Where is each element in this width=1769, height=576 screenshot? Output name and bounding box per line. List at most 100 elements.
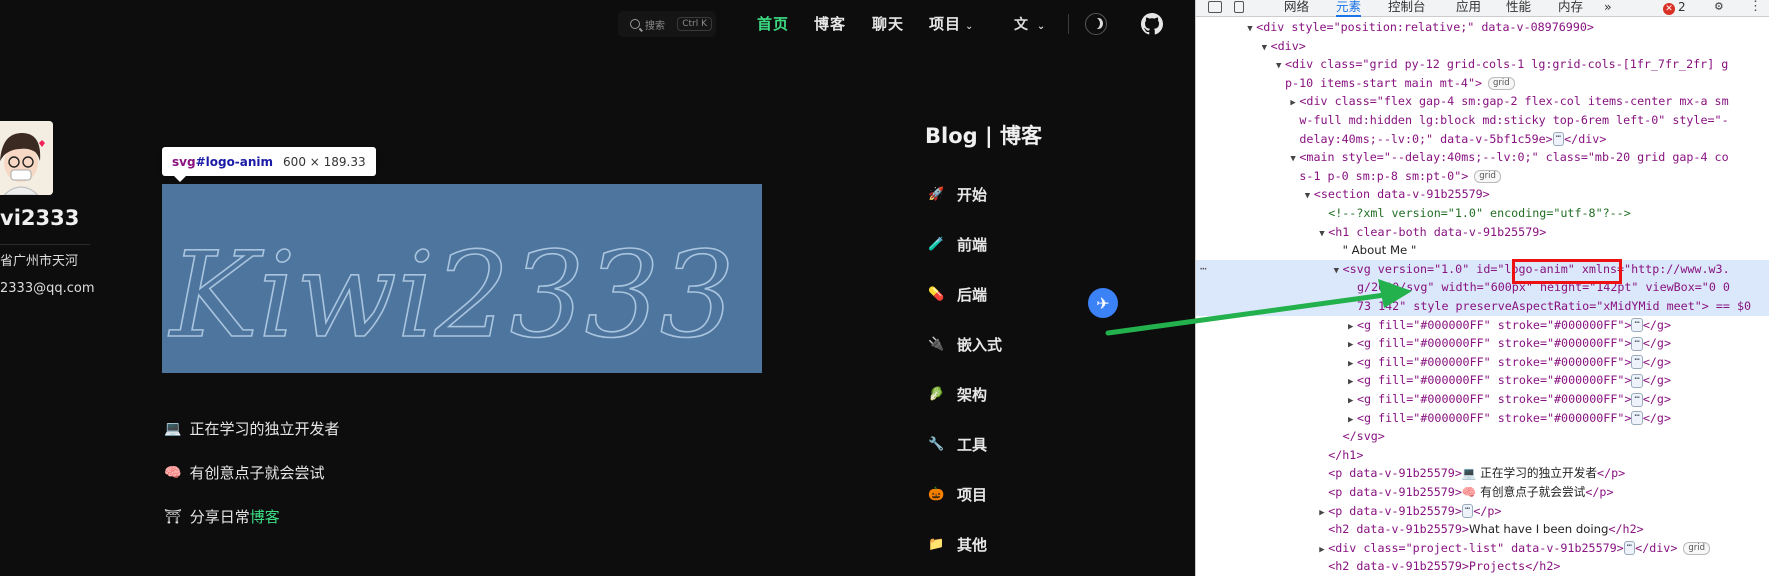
dom-node-line[interactable]: s-1 p-0 sm:p-8 sm:pt-0"> grid: [1196, 167, 1769, 186]
expand-ellipsis-icon[interactable]: ⋯: [1631, 411, 1643, 426]
dom-node-line[interactable]: <p data-v-91b25579>💻 正在学习的独立开发者</p>: [1196, 464, 1769, 483]
dom-node-line[interactable]: ▼ <section data-v-91b25579>: [1196, 185, 1769, 204]
dom-node-markup: <g fill="#000000FF" stroke="#000000FF">: [1357, 410, 1632, 425]
brain-icon: 🧠: [164, 464, 182, 481]
dom-node-line[interactable]: ▶ <div class="project-list" data-v-91b255…: [1196, 539, 1769, 558]
expand-ellipsis-icon[interactable]: ⋯: [1461, 504, 1474, 519]
signature-text: Kiwi2333: [168, 226, 735, 364]
dom-node-line[interactable]: ▶ <g fill="#000000FF" stroke="#000000FF">…: [1196, 390, 1769, 409]
grid-badge[interactable]: grid: [1683, 541, 1711, 555]
dom-closing-tag: </g>: [1642, 317, 1672, 332]
devtools-tab[interactable]: 网络: [1284, 0, 1309, 14]
dom-node-line[interactable]: " About Me ": [1196, 241, 1769, 260]
dom-text-node: " About Me ": [1342, 243, 1417, 258]
logo-svg-highlight[interactable]: Kiwi2333: [162, 184, 762, 373]
blog-sidebar-item[interactable]: 📁 其他: [928, 534, 987, 555]
blog-sidebar-item[interactable]: 🥬 架构: [928, 384, 987, 405]
bio-line: ⛩ 分享日常博客: [164, 506, 280, 527]
dom-node-line[interactable]: <h2 data-v-91b25579>Projects</h2>: [1196, 557, 1769, 576]
blog-sidebar-item[interactable]: 🚀 开始: [928, 184, 987, 205]
dom-node-markup: <main style="--delay:40ms;--lv:0;" class…: [1299, 150, 1729, 165]
dom-node-line[interactable]: </svg>: [1196, 427, 1769, 446]
dom-node-line[interactable]: ▼ <div class="grid py-12 grid-cols-1 lg:g…: [1196, 55, 1769, 74]
devtools-tab[interactable]: 内存: [1558, 0, 1583, 14]
device-toolbar-icon[interactable]: [1234, 1, 1244, 13]
blog-sidebar-item[interactable]: 💊 后端: [928, 284, 987, 305]
github-icon[interactable]: [1141, 13, 1163, 35]
category-icon: 🎃: [928, 486, 945, 502]
send-fab-button[interactable]: ✈: [1088, 288, 1118, 318]
category-icon: 📁: [928, 536, 945, 552]
bio-line: 💻 正在学习的独立开发者: [164, 418, 339, 439]
dark-mode-toggle-icon[interactable]: [1085, 13, 1107, 35]
grid-badge[interactable]: grid: [1488, 76, 1515, 90]
nav-link-chat[interactable]: 聊天: [872, 13, 904, 34]
expand-ellipsis-icon[interactable]: ⋯: [1623, 541, 1636, 556]
dom-node-line[interactable]: <h2 data-v-91b25579>What have I been doi…: [1196, 520, 1769, 539]
website-viewport: 搜索 Ctrl K 首页 博客 聊天 项目 ⌄ 文 ⌄ vi2333 省广州市天…: [0, 0, 1195, 576]
dom-node-markup: <div class="flex gap-4 sm:gap-2 flex-col…: [1299, 94, 1729, 109]
category-icon: 🚀: [928, 186, 945, 202]
devtools-tab[interactable]: 应用: [1456, 0, 1481, 14]
blog-sidebar-item-label: 开始: [957, 186, 988, 204]
devtools-tab[interactable]: 控制台: [1388, 0, 1426, 14]
devtools-tab[interactable]: 性能: [1506, 0, 1531, 14]
blog-sidebar-item[interactable]: 🔧 工具: [928, 434, 987, 455]
inspect-element-icon[interactable]: [1208, 1, 1222, 13]
expand-ellipsis-icon[interactable]: ⋯: [1631, 373, 1643, 388]
dom-node-line[interactable]: ▶ <g fill="#000000FF" stroke="#000000FF">…: [1196, 371, 1769, 390]
blog-sidebar-item[interactable]: 🧪 前端: [928, 234, 987, 255]
dom-node-line[interactable]: ▼ <svg version="1.0" id="logo-anim" xmlns…: [1196, 259, 1769, 279]
blog-link[interactable]: 博客: [250, 508, 280, 526]
dom-node-line[interactable]: ▼ <div>: [1196, 37, 1769, 56]
error-count: 2: [1678, 0, 1686, 14]
nav-link-blog[interactable]: 博客: [814, 13, 846, 34]
dom-node-line[interactable]: ▶ <p data-v-91b25579> ⋯ </p>: [1196, 502, 1769, 521]
expand-ellipsis-icon[interactable]: ⋯: [1631, 392, 1643, 407]
dom-node-line[interactable]: ▼ <main style="--delay:40ms;--lv:0;" clas…: [1196, 148, 1769, 167]
dom-node-line[interactable]: ▶ <g fill="#000000FF" stroke="#000000FF">…: [1196, 353, 1769, 372]
dom-node-line[interactable]: p-10 items-start main mt-4"> grid: [1196, 74, 1769, 93]
dom-node-markup: <g fill="#000000FF" stroke="#000000FF">: [1357, 392, 1632, 406]
dom-node-line[interactable]: ▶ <g fill="#000000FF" stroke="#000000FF">…: [1196, 316, 1769, 335]
gear-icon[interactable]: ⚙: [1715, 0, 1723, 14]
laptop-icon: 💻: [164, 420, 182, 437]
dom-node-line[interactable]: ▼ <div style="position:relative;" data-v-…: [1196, 18, 1769, 37]
error-count-badge[interactable]: ✕ 2: [1663, 0, 1686, 15]
nav-link-home[interactable]: 首页: [757, 13, 789, 34]
dom-closing-tag: </g>: [1642, 410, 1672, 425]
blog-sidebar-item[interactable]: 🎃 项目: [928, 484, 987, 505]
dom-node-line[interactable]: ▼ <h1 clear-both data-v-91b25579>: [1196, 223, 1769, 242]
dom-node-line[interactable]: <p data-v-91b25579>🧠 有创意点子就会尝试</p>: [1196, 483, 1769, 502]
dom-node-line[interactable]: </h1>: [1196, 446, 1769, 465]
tooltip-id: #logo-anim: [195, 154, 274, 169]
dom-node-line[interactable]: <!--?xml version="1.0" encoding="utf-8"?…: [1196, 204, 1769, 223]
blog-sidebar-item[interactable]: 🔌 嵌入式: [928, 334, 1002, 355]
search-box[interactable]: 搜索 Ctrl K: [618, 11, 716, 37]
dom-closing-tag: </p>: [1585, 485, 1614, 499]
chevron-down-icon: ⌄: [1036, 21, 1046, 32]
dom-node-line[interactable]: 73 142" style preserveAspectRatio="xMidY…: [1196, 297, 1769, 316]
dom-node-line[interactable]: g/2000/svg" width="600px" height="142pt"…: [1196, 278, 1769, 298]
dom-node-markup: <section data-v-91b25579>: [1313, 187, 1490, 202]
dom-node-line[interactable]: delay:40ms;--lv:0;" data-v-5bf1c59e> ⋯ </d…: [1196, 130, 1769, 149]
devtools-tab[interactable]: »: [1604, 0, 1612, 14]
devtools-panel: 网络 元素 控制台 应用 性能 内存 » ✕ 2 ⚙ ⋮ ▼ <div style="posit…: [1195, 0, 1769, 576]
expand-ellipsis-icon[interactable]: ⋯: [1631, 336, 1643, 351]
grid-badge[interactable]: grid: [1474, 169, 1501, 183]
row-ellipsis-icon[interactable]: ⋯: [1200, 262, 1207, 275]
dom-node-line[interactable]: ▶ <g fill="#000000FF" stroke="#000000FF">…: [1196, 334, 1769, 353]
bio-text: 正在学习的独立开发者: [189, 420, 340, 438]
language-switcher[interactable]: 文 ⌄: [1014, 14, 1045, 34]
devtools-tab[interactable]: 元素: [1336, 0, 1362, 17]
dom-node-line[interactable]: ▶ <g fill="#000000FF" stroke="#000000FF">…: [1196, 409, 1769, 428]
expand-ellipsis-icon[interactable]: ⋯: [1631, 355, 1643, 370]
dom-closing-tag: </p>: [1597, 466, 1626, 481]
dom-node-line[interactable]: ▶ <div class="flex gap-4 sm:gap-2 flex-co…: [1196, 92, 1769, 111]
nav-link-projects[interactable]: 项目 ⌄: [929, 13, 974, 34]
dom-node-line[interactable]: w-full md:hidden lg:block md:sticky top-…: [1196, 111, 1769, 130]
expand-ellipsis-icon[interactable]: ⋯: [1552, 132, 1565, 147]
expand-ellipsis-icon[interactable]: ⋯: [1631, 318, 1643, 333]
user-email[interactable]: 2333@qq.com: [0, 281, 95, 296]
more-options-icon[interactable]: ⋮: [1749, 0, 1762, 14]
